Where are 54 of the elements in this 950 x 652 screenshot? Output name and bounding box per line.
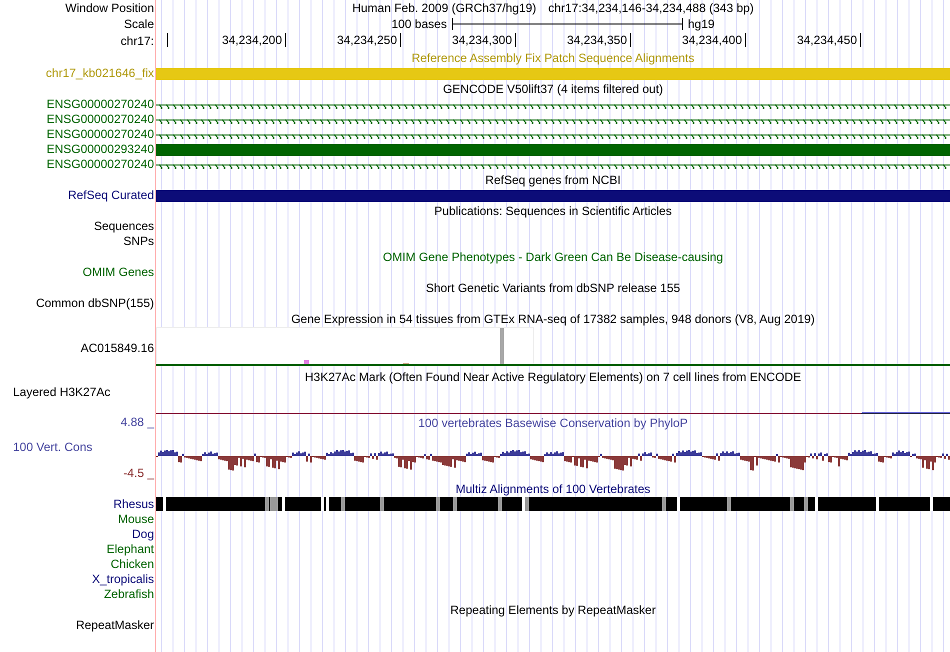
species-label[interactable]: Dog [132,527,154,541]
row-label: Window Position [65,1,154,15]
species-label[interactable]: Elephant [106,542,154,556]
ruler-label: 34,234,450 [796,33,857,48]
position-text: chr17:34,234,146-34,234,488 (343 bp) [548,0,754,16]
track-title: Publications: Sequences in Scientific Articles [434,204,672,218]
track-title: Reference Assembly Fix Patch Sequence Alignments [412,51,694,65]
ruler-label: 34,234,350 [566,33,627,48]
ruler-tick [860,33,861,47]
track-label[interactable]: ENSG00000270240 [46,157,154,171]
track-label[interactable]: Common dbSNP(155) [36,296,154,310]
track-label[interactable]: ENSG00000270240 [46,97,154,111]
track-label[interactable]: ENSG00000293240 [46,142,154,156]
track-label[interactable]: Layered H3K27Ac [13,385,110,399]
ruler-tick [745,33,746,47]
species-label[interactable]: Chicken [110,557,154,571]
track-label[interactable]: 100 Vert. Cons [0,431,156,455]
ruler-tick [515,33,516,47]
species-label[interactable]: Mouse [118,512,154,526]
track-title: Short Genetic Variants from dbSNP release 155 [426,281,680,295]
track-title: 100 vertebrates Basewise Conservation by PhyloP [418,416,688,430]
track-label[interactable]: RepeatMasker [76,618,154,632]
ruler-label: 34,234,400 [682,33,742,48]
track-title: Multiz Alignments of 100 Vertebrates [456,482,650,496]
species-label[interactable]: X_tropicalis [92,572,154,586]
ruler-tick [400,33,401,47]
track-label[interactable]: Sequences [94,219,154,233]
ruler-tick [285,33,286,47]
species-label[interactable]: Zebrafish [104,587,154,601]
track-title: Repeating Elements by RepeatMasker [450,603,656,617]
track-label[interactable]: RefSeq Curated [68,188,154,202]
track-title: H3K27Ac Mark (Often Found Near Active Regulatory Elements) on 7 cell lines from ENCODE [304,370,802,384]
track-label[interactable]: ENSG00000270240 [46,112,154,126]
assembly-name: hg19 [688,17,715,31]
track-label[interactable]: AC015849.16 [80,341,154,355]
axis-min-label: -4.5 _ [123,466,154,480]
species-label[interactable]: Rhesus [113,497,154,511]
row-label: chr17: [120,34,154,48]
ruler-tick [630,33,631,47]
axis-max-label: 4.88 _ [120,415,154,429]
track-title: Gene Expression in 54 tissues from GTEx RNA-seq of 17382 samples, 948 donors (V8, Aug 2019) [291,312,815,326]
track-label[interactable]: ENSG00000270240 [46,127,154,141]
ruler-label: 34,234,250 [336,33,397,48]
track-label[interactable]: OMIM Genes [82,265,154,279]
ruler-label: 34,234,300 [452,33,512,48]
assembly-title: Human Feb. 2009 (GRCh37/hg19) [352,0,536,16]
ruler-tick [167,33,168,47]
track-title: OMIM Gene Phenotypes - Dark Green Can Be Disease-causing [382,250,724,264]
track-label[interactable]: SNPs [123,234,154,248]
track-title: GENCODE V50lift37 (4 items filtered out) [442,82,664,96]
ruler-label: 34,234,200 [222,33,282,48]
scale-length: 100 bases [391,17,447,31]
row-label: Scale [124,17,154,31]
track-title: RefSeq genes from NCBI [485,173,621,187]
